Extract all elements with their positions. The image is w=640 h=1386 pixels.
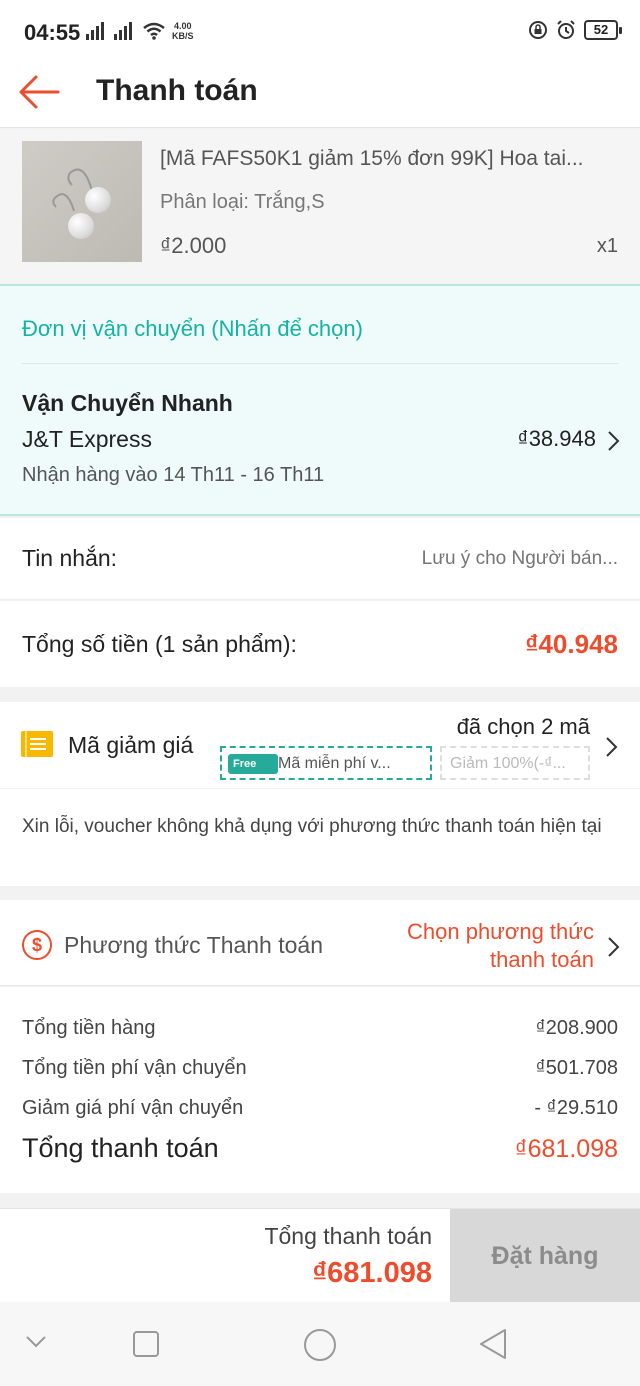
signal-icon-2 <box>114 22 132 40</box>
summary-value: ₫208.900 <box>535 1017 618 1039</box>
subtotal-label: Tổng số tiền (1 sản phẩm): <box>22 631 297 657</box>
message-input[interactable] <box>378 548 618 570</box>
earring-hook-icon <box>52 168 93 212</box>
voucher-warning: Xin lỗi, voucher không khả dụng với phươ… <box>22 816 602 837</box>
wifi-icon <box>143 22 165 40</box>
summary-label: Giảm giá phí vận chuyển <box>22 1097 244 1119</box>
product-price: ₫2.000 <box>160 233 227 258</box>
product-image <box>22 141 142 262</box>
shipping-type: Vận Chuyển Nhanh <box>22 390 233 416</box>
lock-rotation-icon <box>529 21 547 39</box>
dollar-icon: $ <box>22 930 52 960</box>
status-bar: 04:55 4.00 KB/S 52 <box>0 0 640 62</box>
chevron-right-icon[interactable] <box>606 430 620 452</box>
choose-payment-link[interactable]: Chọn phương thức thanh toán <box>394 918 594 974</box>
payment-method-row[interactable]: $ Phương thức Thanh toán Chọn phương thứ… <box>0 900 640 986</box>
network-speed-unit: KB/S <box>172 31 194 41</box>
network-speed-value: 4.00 <box>173 21 192 31</box>
product-quantity: x1 <box>596 235 618 257</box>
summary-total: Tổng thanh toán ₫681.098 <box>22 1133 618 1169</box>
place-order-button[interactable]: Đặt hàng <box>450 1209 640 1303</box>
discount-voucher-chip[interactable]: Giảm 100%(-₫... <box>440 746 590 780</box>
divider <box>0 788 640 789</box>
delivery-estimate: Nhận hàng vào 14 Th11 - 16 Th11 <box>22 464 325 486</box>
chevron-right-icon[interactable] <box>604 736 618 758</box>
alarm-icon <box>557 20 575 39</box>
payment-method-label: Phương thức Thanh toán <box>64 932 324 958</box>
voucher-section[interactable]: Mã giảm giá đã chọn 2 mã Free Mã miễn ph… <box>0 702 640 886</box>
summary-value: ₫501.708 <box>535 1057 618 1079</box>
system-nav-bar <box>0 1302 640 1386</box>
summary-total-label: Tổng thanh toán <box>22 1133 219 1163</box>
shipping-fee: ₫38.948 <box>517 426 596 451</box>
signal-icon-1 <box>86 22 104 40</box>
summary-label: Tổng tiền hàng <box>22 1017 156 1039</box>
message-row: Tin nhắn: <box>0 518 640 600</box>
voucher-ticket-icon <box>21 731 53 757</box>
free-shipping-voucher-chip[interactable]: Free Mã miễn phí v... <box>220 746 432 780</box>
product-card[interactable]: [Mã FAFS50K1 giảm 15% đơn 99K] Hoa tai..… <box>0 129 640 283</box>
summary-row-shipping: Tổng tiền phí vận chuyển ₫501.708 <box>22 1057 618 1087</box>
chevron-down-icon[interactable] <box>24 1334 48 1350</box>
checkout-bar: Tổng thanh toán ₫681.098 Đặt hàng <box>0 1208 640 1303</box>
back-triangle-icon[interactable] <box>478 1328 508 1360</box>
chevron-right-icon[interactable] <box>606 936 620 958</box>
signal-icons <box>86 22 166 40</box>
status-time: 04:55 <box>24 20 81 45</box>
voucher-chip-label: Giảm 100%(-₫... <box>450 755 566 772</box>
message-label: Tin nhắn: <box>22 545 118 571</box>
shipping-section[interactable]: Đơn vị vận chuyển (Nhấn để chọn) Vận Chu… <box>0 284 640 516</box>
product-name: [Mã FAFS50K1 giảm 15% đơn 99K] Hoa tai..… <box>160 147 584 170</box>
voucher-selected-count: đã chọn 2 mã <box>456 714 590 739</box>
back-arrow-icon[interactable] <box>18 74 60 110</box>
summary-row-goods: Tổng tiền hàng ₫208.900 <box>22 1017 618 1047</box>
summary-total-value: ₫681.098 <box>514 1135 618 1163</box>
status-right: 52 <box>528 20 622 40</box>
voucher-chip-label: Mã miễn phí v... <box>278 755 391 772</box>
summary-row-shipping-discount: Giảm giá phí vận chuyển - ₫29.510 <box>22 1097 618 1127</box>
checkout-total-label: Tổng thanh toán <box>264 1223 432 1249</box>
recent-apps-icon[interactable] <box>132 1330 160 1358</box>
shipping-header[interactable]: Đơn vị vận chuyển (Nhấn để chọn) <box>22 316 363 342</box>
divider <box>22 363 618 364</box>
voucher-label: Mã giảm giá <box>68 732 194 758</box>
app-bar: Thanh toán <box>0 62 640 128</box>
network-speed: 4.00 KB/S <box>172 21 194 41</box>
checkout-total-amount: ₫681.098 <box>312 1257 432 1289</box>
summary-value: - ₫29.510 <box>534 1097 618 1119</box>
subtotal-row: Tổng số tiền (1 sản phẩm): ₫40.948 <box>0 601 640 687</box>
product-variant: Phân loại: Trắng,S <box>160 191 325 213</box>
page-title: Thanh toán <box>96 74 258 107</box>
free-shipping-tag: Free <box>228 754 278 774</box>
summary-label: Tổng tiền phí vận chuyển <box>22 1057 247 1079</box>
payment-summary: Tổng tiền hàng ₫208.900 Tổng tiền phí vậ… <box>0 987 640 1193</box>
shipping-carrier: J&T Express <box>22 426 152 452</box>
home-icon[interactable] <box>303 1328 337 1362</box>
subtotal-value: ₫40.948 <box>525 629 618 659</box>
battery-icon: 52 <box>584 20 622 40</box>
